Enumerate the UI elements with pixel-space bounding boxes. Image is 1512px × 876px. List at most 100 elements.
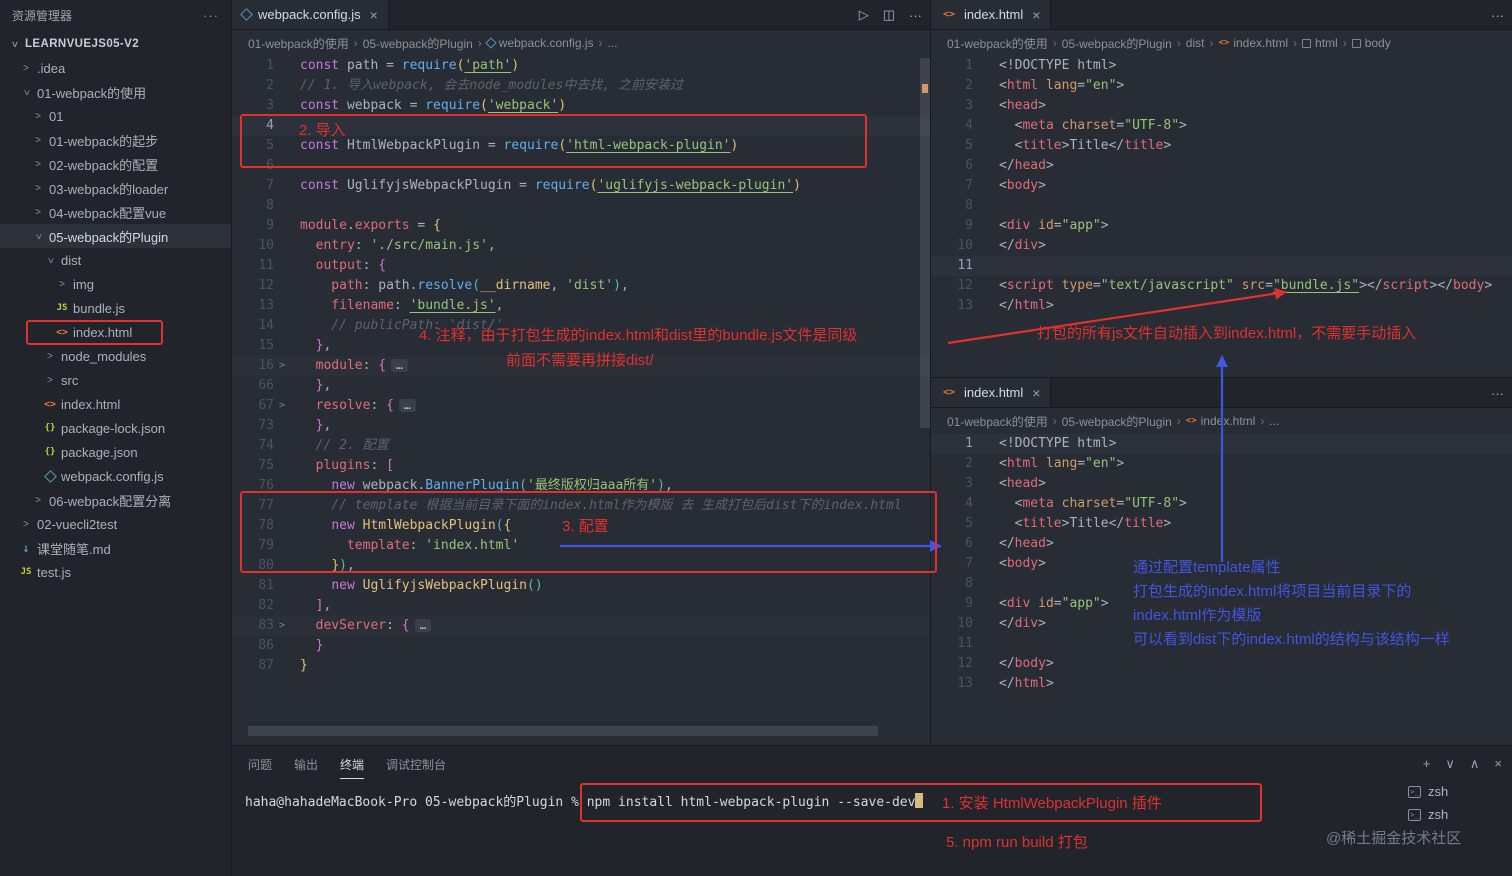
code-line-6[interactable]: 6 </head> xyxy=(931,534,1512,554)
code-line-9[interactable]: 9 <div id="app"> xyxy=(931,216,1512,236)
panel-tab-输出[interactable]: 输出 xyxy=(294,756,318,779)
panel-tab-调试控制台[interactable]: 调试控制台 xyxy=(386,756,446,779)
code-line-67[interactable]: 67 > resolve: {… xyxy=(232,396,930,416)
tree-item-package.json[interactable]: {} package.json xyxy=(0,440,231,464)
code-line-8[interactable]: 8 xyxy=(931,574,1512,594)
code-line-1[interactable]: 1 <!DOCTYPE html> xyxy=(931,434,1512,454)
code-line-3[interactable]: 3 <head> xyxy=(931,474,1512,494)
breadcrumb-item[interactable]: 01-webpack的使用 xyxy=(248,35,349,52)
code-line-16[interactable]: 16 > module: {… xyxy=(232,356,930,376)
code-line-1[interactable]: 1 const path = require('path') xyxy=(232,56,930,76)
maximize-panel-icon[interactable]: ∧ xyxy=(1470,756,1480,772)
breadcrumb-item[interactable]: webpack.config.js xyxy=(499,36,594,50)
vertical-scrollbar[interactable] xyxy=(920,58,930,428)
code-line-6[interactable]: 6 xyxy=(232,156,930,176)
breadcrumb-item[interactable]: 05-webpack的Plugin xyxy=(1062,35,1172,52)
more-actions-icon[interactable]: ··· xyxy=(1491,8,1504,23)
tree-item-06-webpack配置分离[interactable]: >06-webpack配置分离 xyxy=(0,488,231,512)
code-line-8[interactable]: 8 xyxy=(931,196,1512,216)
code-line-81[interactable]: 81 new UglifyjsWebpackPlugin() xyxy=(232,576,930,596)
breadcrumb-item[interactable]: index.html xyxy=(1201,414,1256,428)
code-line-80[interactable]: 80 }), xyxy=(232,556,930,576)
tab-webpack-config[interactable]: webpack.config.js × xyxy=(232,0,389,29)
tree-item-dist[interactable]: > dist xyxy=(0,248,231,272)
code-line-11[interactable]: 11 output: { xyxy=(232,256,930,276)
code-line-12[interactable]: 12 <script type="text/javascript" src="bu… xyxy=(931,276,1512,296)
breadcrumb-item[interactable]: ... xyxy=(1269,414,1279,428)
tree-item-.idea[interactable]: > .idea xyxy=(0,56,231,80)
new-terminal-icon[interactable]: + xyxy=(1423,756,1431,772)
panel-tab-问题[interactable]: 问题 xyxy=(248,756,272,779)
code-line-2[interactable]: 2 <html lang="en"> xyxy=(931,76,1512,96)
more-actions-icon[interactable]: ··· xyxy=(909,8,922,23)
code-line-82[interactable]: 82 ], xyxy=(232,596,930,616)
shell-dropdown-icon[interactable]: ∨ xyxy=(1445,756,1455,772)
code-line-3[interactable]: 3 <head> xyxy=(931,96,1512,116)
tree-item-03-webpack的loader[interactable]: >03-webpack的loader xyxy=(0,176,231,200)
code-line-5[interactable]: 5 const HtmlWebpackPlugin = require('html… xyxy=(232,136,930,156)
code-line-13[interactable]: 13 </html> xyxy=(931,674,1512,694)
code-line-77[interactable]: 77 // template 根据当前目录下面的index.html作为模版 去… xyxy=(232,496,930,516)
code-line-13[interactable]: 13 filename: 'bundle.js', xyxy=(232,296,930,316)
code-line-6[interactable]: 6 </head> xyxy=(931,156,1512,176)
code-line-7[interactable]: 7 <body> xyxy=(931,554,1512,574)
code-line-2[interactable]: 2// 1. 导入webpack, 会去node_modules中去找, 之前安… xyxy=(232,76,930,96)
tree-item-LEARNVUEJS05-V2[interactable]: > LEARNVUEJS05-V2 xyxy=(0,32,231,56)
tree-item-01-webpack的起步[interactable]: >01-webpack的起步 xyxy=(0,128,231,152)
breadcrumb-item[interactable]: 01-webpack的使用 xyxy=(947,35,1048,52)
breadcrumb-item[interactable]: index.html xyxy=(1233,36,1288,50)
tree-item-02-webpack的配置[interactable]: >02-webpack的配置 xyxy=(0,152,231,176)
folded-code-badge[interactable]: … xyxy=(398,399,416,412)
fold-chevron-icon[interactable]: > xyxy=(274,396,290,416)
run-icon[interactable]: ▷ xyxy=(859,7,869,23)
shell-item-zsh[interactable]: >_ zsh xyxy=(1408,780,1508,803)
code-line-15[interactable]: 15 }, xyxy=(232,336,930,356)
code-line-76[interactable]: 76 new webpack.BannerPlugin('最终版权归aaa所有'… xyxy=(232,476,930,496)
tree-item-bundle.js[interactable]: JS bundle.js xyxy=(0,296,231,320)
code-line-1[interactable]: 1 <!DOCTYPE html> xyxy=(931,56,1512,76)
code-line-83[interactable]: 83 > devServer: {… xyxy=(232,616,930,636)
horizontal-scrollbar[interactable] xyxy=(248,726,878,736)
code-line-66[interactable]: 66 }, xyxy=(232,376,930,396)
breadcrumb-item[interactable]: body xyxy=(1365,36,1391,50)
tab-index[interactable]: <> index.html × xyxy=(931,378,1052,407)
code-line-4[interactable]: 4 xyxy=(232,116,930,136)
tree-item-package-lock.json[interactable]: {} package-lock.json xyxy=(0,416,231,440)
code-line-8[interactable]: 8 xyxy=(232,196,930,216)
breadcrumb-item[interactable]: 05-webpack的Plugin xyxy=(1062,413,1172,430)
tree-item-index.html[interactable]: <> index.html xyxy=(0,392,231,416)
fold-chevron-icon[interactable]: > xyxy=(274,616,290,636)
tree-item-test.js[interactable]: JS test.js xyxy=(0,560,231,584)
close-icon[interactable]: × xyxy=(1032,385,1040,401)
fold-chevron-icon[interactable]: > xyxy=(274,356,290,376)
code-line-3[interactable]: 3 const webpack = require('webpack') xyxy=(232,96,930,116)
tree-item-02-vuecli2test[interactable]: >02-vuecli2test xyxy=(0,512,231,536)
folded-code-badge[interactable]: … xyxy=(414,619,432,632)
tree-item-01[interactable]: >01 xyxy=(0,104,231,128)
folded-code-badge[interactable]: … xyxy=(391,359,408,372)
tree-item-src[interactable]: > src xyxy=(0,368,231,392)
tree-item-index.html[interactable]: <> index.html xyxy=(0,320,231,344)
code-line-10[interactable]: 10 </div> xyxy=(931,236,1512,256)
tree-item-课堂随笔.md[interactable]: ↓ 课堂随笔.md xyxy=(0,536,231,560)
code-line-78[interactable]: 78 new HtmlWebpackPlugin({ xyxy=(232,516,930,536)
code-line-75[interactable]: 75 plugins: [ xyxy=(232,456,930,476)
code-line-12[interactable]: 12 </body> xyxy=(931,654,1512,674)
tree-item-node_modules[interactable]: > node_modules xyxy=(0,344,231,368)
code-line-2[interactable]: 2 <html lang="en"> xyxy=(931,454,1512,474)
code-line-5[interactable]: 5 <title>Title</title> xyxy=(931,136,1512,156)
tab-dist-index[interactable]: <> index.html × xyxy=(931,0,1052,29)
close-icon[interactable]: × xyxy=(1032,7,1040,23)
code-line-9[interactable]: 9 <div id="app"> xyxy=(931,594,1512,614)
code-line-4[interactable]: 4 <meta charset="UTF-8"> xyxy=(931,494,1512,514)
tree-item-05-webpack的Plugin[interactable]: >05-webpack的Plugin xyxy=(0,224,231,248)
explorer-more-icon[interactable]: ··· xyxy=(203,8,219,23)
code-line-5[interactable]: 5 <title>Title</title> xyxy=(931,514,1512,534)
breadcrumb-item[interactable]: 01-webpack的使用 xyxy=(947,413,1048,430)
code-line-12[interactable]: 12 path: path.resolve(__dirname, 'dist')… xyxy=(232,276,930,296)
code-line-86[interactable]: 86 } xyxy=(232,636,930,656)
tree-item-04-webpack配置vue[interactable]: >04-webpack配置vue xyxy=(0,200,231,224)
code-line-9[interactable]: 9 module.exports = { xyxy=(232,216,930,236)
code-line-13[interactable]: 13 </html> xyxy=(931,296,1512,316)
code-line-73[interactable]: 73 }, xyxy=(232,416,930,436)
